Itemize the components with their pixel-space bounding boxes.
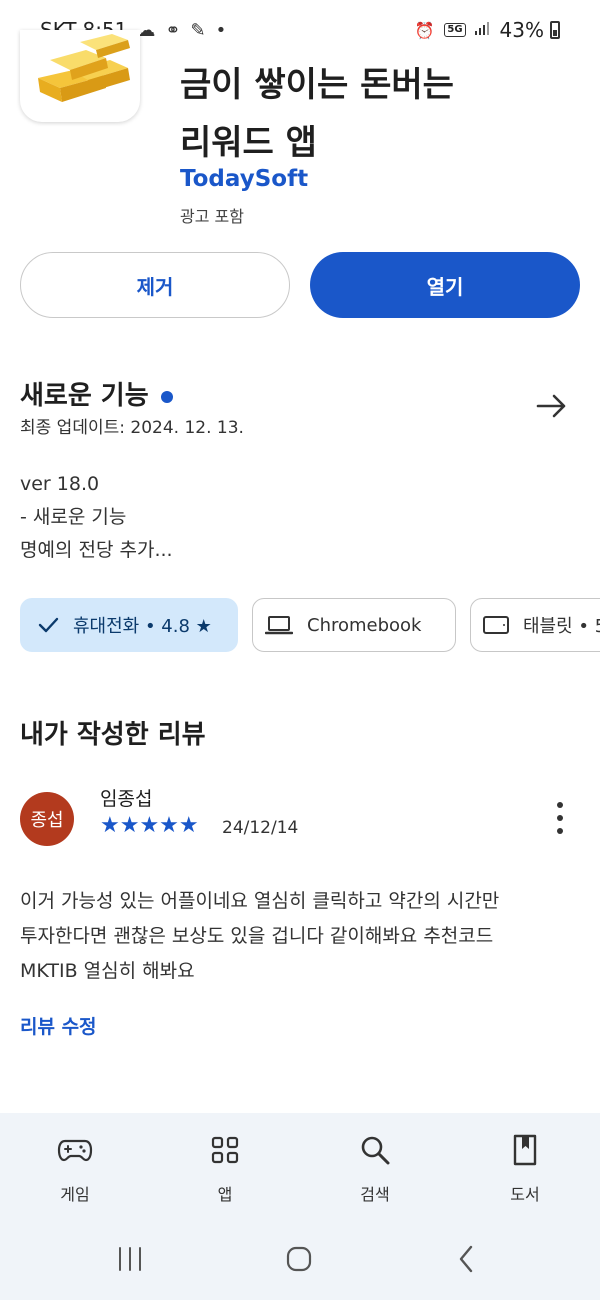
nav-games[interactable]: 게임 [0,1113,150,1223]
new-indicator-dot [160,390,173,403]
uninstall-button[interactable]: 제거 [20,252,290,318]
avatar: 종섭 [20,792,74,846]
gamepad-icon [57,1133,93,1167]
nav-search[interactable]: 검색 [300,1113,450,1223]
tablet-icon [483,615,509,635]
chip-phone[interactable]: 휴대전화 • 4.8 ★ [20,598,238,652]
more-options-icon[interactable] [548,802,572,834]
whats-new-title: 새로운 기능 [20,381,149,411]
laptop-icon [265,614,293,636]
contains-ads-label: 광고 포함 [180,207,244,226]
reviewer-name: 임종섭 [100,788,153,810]
battery-icon [550,21,560,39]
nav-books[interactable]: 도서 [450,1113,600,1223]
battery-percent: 43% [499,18,544,42]
release-note-line: 명예의 전당 추가... [20,539,173,561]
nav-books-label: 도서 [510,1185,540,1204]
signal-icon [474,20,490,40]
app-title-line1: 금이 쌓이는 돈버는 [180,65,454,105]
chip-chromebook-label: Chromebook [307,614,422,636]
apps-grid-icon [210,1133,240,1167]
search-icon [359,1133,391,1167]
book-icon [511,1133,539,1167]
nav-search-label: 검색 [360,1185,390,1204]
star-rating: ★★★★★ [100,813,199,838]
nav-apps[interactable]: 앱 [150,1113,300,1223]
network-badge: 5G [444,23,466,37]
edit-review-link[interactable]: 리뷰 수정 [20,1012,97,1039]
chip-chromebook[interactable]: Chromebook [252,598,456,652]
nav-apps-label: 앱 [217,1185,233,1204]
link-icon: ⚭ [165,19,181,41]
gold-bars-icon [38,34,130,102]
nav-games-label: 게임 [60,1185,90,1204]
review-date: 24/12/14 [222,818,299,838]
review-line: 이거 가능성 있는 어플이네요 열심히 클릭하고 약간의 시간만 [20,890,500,912]
app-title: 금이 쌓이는 돈버는 리워드 앱 [180,56,560,172]
status-right: ⏰ 5G 43% [414,18,560,42]
my-review-title: 내가 작성한 리뷰 [20,720,206,750]
review-line: MKTIB 열심히 해봐요 [20,960,195,982]
chip-tablet[interactable]: 태블릿 • 5 [470,598,600,652]
recent-apps-icon[interactable] [112,1243,148,1275]
last-updated: 최종 업데이트: 2024. 12. 13. [20,418,244,438]
check-icon [37,614,59,636]
back-icon[interactable] [454,1243,478,1275]
whats-new-header[interactable]: 새로운 기능 [20,375,173,412]
cloud-icon: ☁ [137,19,156,41]
dot-icon: • [215,19,227,41]
release-notes: ver 18.0 - 새로운 기능 명예의 전당 추가... [20,468,173,567]
release-note-line: ver 18.0 [20,473,100,495]
chip-phone-label: 휴대전화 • 4.8 ★ [73,616,212,637]
arrow-right-icon[interactable] [534,388,570,424]
alarm-icon: ⏰ [414,20,435,40]
bottom-nav: 게임 앱 검색 도서 [0,1113,600,1223]
release-note-line: - 새로운 기능 [20,506,127,528]
review-text: 이거 가능성 있는 어플이네요 열심히 클릭하고 약간의 시간만 투자한다면 괜… [20,884,580,989]
pen-icon: ✎ [190,19,206,41]
app-title-line2: 리워드 앱 [180,123,317,163]
open-button[interactable]: 열기 [310,252,580,318]
app-icon [20,30,140,122]
developer-link[interactable]: TodaySoft [180,166,308,192]
chip-tablet-label: 태블릿 • 5 [523,616,600,637]
system-nav-bar [0,1223,600,1300]
review-line: 투자한다면 괜찮은 보상도 있을 겁니다 같이해봐요 추천코드 [20,925,494,947]
home-icon[interactable] [282,1243,316,1275]
